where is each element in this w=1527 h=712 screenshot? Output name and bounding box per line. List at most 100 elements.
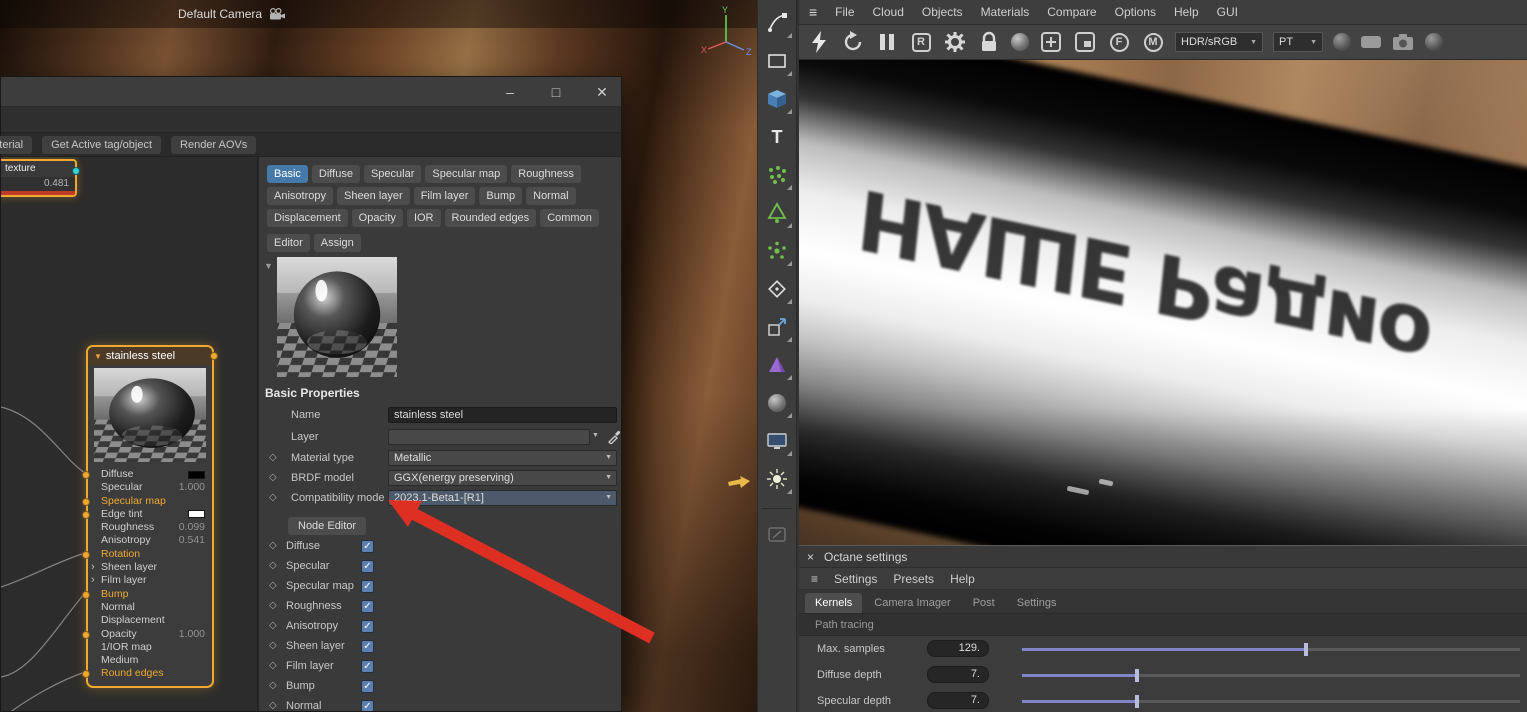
tab-material[interactable]: material [0,135,33,154]
port-medium[interactable]: Medium [88,654,212,667]
port-displacement[interactable]: Displacement [88,614,212,627]
port-edge-tint[interactable]: Edge tint [82,508,212,521]
channel-tab-basic[interactable]: Basic [267,165,308,183]
render-viewport[interactable]: НАШЕ Радио [799,60,1527,545]
port-sheen-layer[interactable]: › Sheen layer [88,561,212,574]
slider-handle[interactable] [1134,669,1139,682]
bump-checkbox[interactable]: ✓ [361,680,374,693]
start-render-icon[interactable] [807,30,831,54]
diffuse-checkbox[interactable]: ✓ [361,540,374,553]
sphere-tool-icon[interactable] [760,386,794,420]
window-titlebar[interactable]: – □ ✕ [1,77,621,107]
specular-depth-slider[interactable] [1022,695,1520,708]
spline-pen-icon[interactable] [760,6,794,40]
film-layer-checkbox[interactable]: ✓ [361,660,374,673]
tab-camera-imager[interactable]: Camera Imager [864,593,960,613]
color-swatch[interactable] [188,510,205,519]
kernel-select[interactable]: PT ▼ [1273,32,1323,52]
diamond-tool-icon[interactable] [760,272,794,306]
brdf-model-dropdown[interactable]: GGX(energy preserving) ▼ [388,470,617,486]
menu-settings[interactable]: Settings [834,572,877,586]
port-dot-icon[interactable] [82,510,90,519]
tab-editor[interactable]: Editor [267,234,310,252]
close-panel-icon[interactable]: × [807,550,814,564]
port-bump[interactable]: Bump [82,588,212,601]
add-region-icon[interactable] [1039,30,1063,54]
rectangle-tool-icon[interactable] [760,44,794,78]
menu-materials[interactable]: Materials [981,5,1030,19]
material-node[interactable]: ▼ stainless steel Diffuse Specular 1.000… [82,345,218,688]
channel-tab-film-layer[interactable]: Film layer [413,187,476,205]
menu-presets[interactable]: Presets [893,572,934,586]
slider-handle[interactable] [1134,695,1139,708]
environment-ball-icon[interactable] [1425,33,1443,51]
restart-render-icon[interactable] [841,30,865,54]
hamburger-icon[interactable]: ≡ [809,4,817,20]
channel-tab-ior[interactable]: IOR [406,209,441,227]
tab-post[interactable]: Post [963,593,1005,613]
text-tool-icon[interactable]: T [760,120,794,154]
material-preview[interactable] [277,257,397,377]
color-swatch[interactable] [188,470,205,479]
port-dot-icon[interactable] [82,590,90,599]
render-view-icon[interactable] [760,424,794,458]
port-specular-map[interactable]: Specular map [82,495,212,508]
region-icon[interactable] [1361,36,1381,48]
tablet-icon[interactable] [760,517,794,551]
port-film-layer[interactable]: › Film layer [88,574,212,587]
kernel-section-header[interactable]: Path tracing [799,614,1527,636]
hdr-mode-select[interactable]: HDR/sRGB ▼ [1175,32,1263,52]
channel-tab-specular[interactable]: Specular [363,165,422,183]
port-dot-icon[interactable] [82,550,90,559]
tab-kernels[interactable]: Kernels [805,593,863,613]
material-type-dropdown[interactable]: Metallic ▼ [388,450,617,466]
light-icon[interactable] [760,462,794,496]
compatibility-mode-dropdown[interactable]: 2023.1-Beta1-[R1] ▼ [388,490,617,506]
generator-icon[interactable] [760,196,794,230]
node-editor-canvas[interactable]: texture 0.481 ▼ stainless steel Diffuse … [1,157,259,711]
maximize-button[interactable]: □ [547,84,565,100]
channel-tab-sheen-layer[interactable]: Sheen layer [336,187,410,205]
port-anisotropy[interactable]: Anisotropy 0.541 [88,534,212,547]
close-button[interactable]: ✕ [593,84,611,101]
port-ior-map[interactable]: 1/IOR map [88,641,212,654]
port-opacity[interactable]: Opacity 1.000 [82,628,212,641]
port-normal[interactable]: Normal [88,601,212,614]
channel-tab-anisotropy[interactable]: Anisotropy [267,187,333,205]
menu-help[interactable]: Help [1174,5,1199,19]
channel-tab-roughness[interactable]: Roughness [511,165,581,183]
preview-collapse-icon[interactable]: ▼ [264,261,273,271]
port-diffuse[interactable]: Diffuse [82,468,212,481]
reset-render-icon[interactable]: R [909,30,933,54]
menu-help[interactable]: Help [950,572,975,586]
specular-depth-input[interactable]: 7. [927,692,989,709]
max-samples-slider[interactable] [1022,643,1520,656]
name-input[interactable]: stainless steel [388,407,617,423]
port-roughness[interactable]: Roughness 0.099 [88,521,212,534]
channel-tab-normal[interactable]: Normal [526,187,576,205]
port-dot-icon[interactable] [82,670,90,679]
minimize-button[interactable]: – [501,84,519,100]
scatter-icon[interactable] [760,234,794,268]
port-rotation[interactable]: Rotation [82,548,212,561]
material-node-header[interactable]: ▼ stainless steel [88,347,218,365]
channel-tab-rounded-edges[interactable]: Rounded edges [444,209,537,227]
anisotropy-checkbox[interactable]: ✓ [361,620,374,633]
channel-tab-bump[interactable]: Bump [479,187,523,205]
port-dot-icon[interactable] [82,497,90,506]
port-dot-icon[interactable] [82,630,90,639]
hamburger-icon[interactable]: ≡ [811,572,818,586]
channel-tab-displacement[interactable]: Displacement [267,209,348,227]
diffuse-depth-input[interactable]: 7. [927,666,989,683]
roughness-checkbox[interactable]: ✓ [361,600,374,613]
material-picker-icon[interactable]: M [1141,30,1165,54]
menu-options[interactable]: Options [1115,5,1156,19]
menu-cloud[interactable]: Cloud [873,5,904,19]
snapshot-camera-icon[interactable] [1391,30,1415,54]
collapse-triangle-icon[interactable]: ▼ [94,352,102,361]
render-ball-icon[interactable] [1011,33,1029,51]
focus-picker-icon[interactable]: F [1107,30,1131,54]
channel-tab-specular-map[interactable]: Specular map [425,165,508,183]
tab-settings[interactable]: Settings [1007,593,1067,613]
tab-assign[interactable]: Assign [313,234,361,252]
